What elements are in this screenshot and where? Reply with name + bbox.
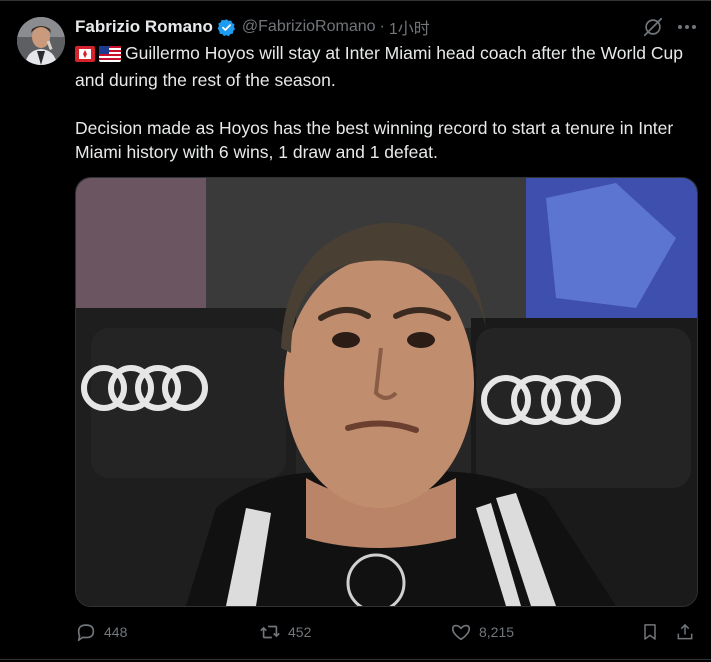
bottom-divider (0, 659, 711, 660)
post-text: Guillermo Hoyos will stay at Inter Miami… (75, 41, 695, 164)
like-count: 8,215 (479, 624, 515, 640)
post-header: Fabrizio Romano @FabrizioRomano · 1小时 (75, 15, 430, 39)
reply-count: 448 (104, 624, 128, 640)
post-photo[interactable] (75, 177, 698, 607)
post-paragraph-1: Guillermo Hoyos will stay at Inter Miami… (75, 41, 695, 92)
post-text-line-1: Guillermo Hoyos will stay at Inter Miami… (75, 43, 683, 90)
more-options-icon[interactable] (676, 17, 698, 37)
like-button[interactable]: 8,215 (450, 620, 514, 644)
share-button[interactable] (675, 620, 695, 644)
avatar[interactable] (17, 17, 65, 65)
post-time[interactable]: 1小时 (389, 15, 430, 39)
author-name[interactable]: Fabrizio Romano (75, 17, 213, 37)
grok-icon[interactable] (642, 16, 664, 38)
share-icon (677, 623, 693, 640)
reply-icon (77, 624, 95, 642)
heart-icon (451, 624, 471, 641)
verified-badge-icon[interactable] (217, 18, 236, 37)
bookmark-button[interactable] (640, 620, 660, 644)
flag-red-white-icon (75, 44, 95, 68)
repost-count: 452 (288, 624, 312, 640)
top-divider (0, 0, 711, 1)
flag-usa-icon (99, 44, 121, 68)
post-paragraph-2: Decision made as Hoyos has the best winn… (75, 118, 674, 162)
post-actions: 448 452 8,215 (75, 620, 698, 644)
author-handle[interactable]: @FabrizioRomano (242, 18, 376, 36)
separator-dot: · (379, 18, 385, 35)
bookmark-icon (644, 624, 656, 640)
reply-button[interactable]: 448 (75, 620, 127, 644)
repost-icon (260, 625, 280, 639)
repost-button[interactable]: 452 (259, 620, 311, 644)
